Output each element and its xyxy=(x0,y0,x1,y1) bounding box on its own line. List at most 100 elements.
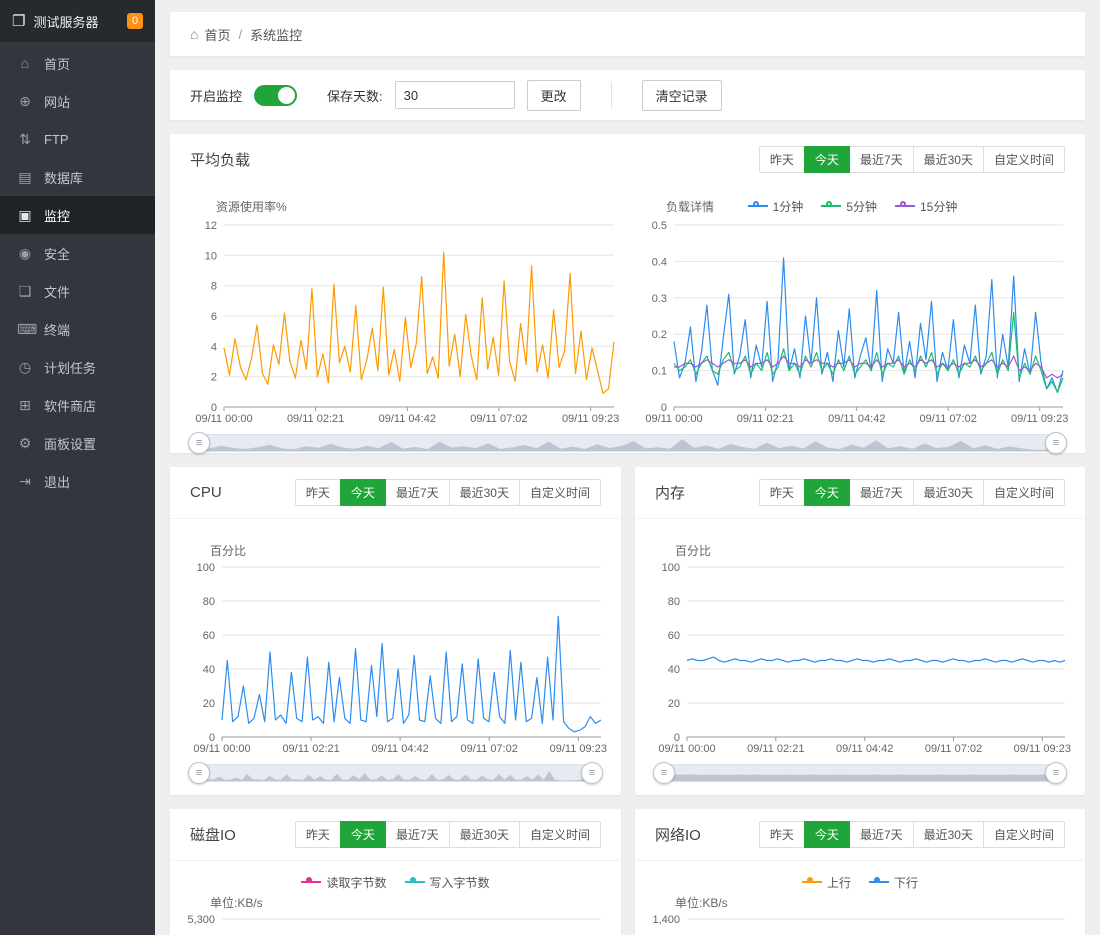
range-custom-button[interactable]: 自定义时间 xyxy=(983,821,1065,848)
range-yesterday-button[interactable]: 昨天 xyxy=(295,479,341,506)
memory-chart-title: 百分比 xyxy=(675,542,711,559)
load-average-panel: 平均负载 昨天 今天 最近7天 最近30天 自定义时间 资源使用率% 02468… xyxy=(170,134,1085,453)
message-count-badge[interactable]: 0 xyxy=(127,13,143,29)
sidebar-item-label: FTP xyxy=(44,132,69,147)
svg-text:09/11 02:21: 09/11 02:21 xyxy=(287,413,344,425)
save-days-input[interactable] xyxy=(395,81,515,109)
range-custom-button[interactable]: 自定义时间 xyxy=(519,821,601,848)
breadcrumb-separator: / xyxy=(238,27,242,42)
sidebar-item-security[interactable]: ◉ 安全 xyxy=(0,234,155,272)
sidebar-item-home[interactable]: ⌂ 首页 xyxy=(0,44,155,82)
range-30days-button[interactable]: 最近30天 xyxy=(449,821,520,848)
range-7days-button[interactable]: 最近7天 xyxy=(849,821,914,848)
range-30days-button[interactable]: 最近30天 xyxy=(913,479,984,506)
brush-handle-right[interactable]: ≡ xyxy=(581,762,603,784)
website-icon: ⊕ xyxy=(17,93,33,110)
range-30days-button[interactable]: 最近30天 xyxy=(913,821,984,848)
monitor-settings-bar: 开启监控 保存天数: 更改 清空记录 xyxy=(170,70,1085,120)
apply-button[interactable]: 更改 xyxy=(527,80,581,111)
svg-text:80: 80 xyxy=(203,596,215,608)
range-custom-button[interactable]: 自定义时间 xyxy=(983,479,1065,506)
sidebar-item-terminal[interactable]: ⌨ 终端 xyxy=(0,310,155,348)
svg-text:0.5: 0.5 xyxy=(652,220,667,232)
svg-text:60: 60 xyxy=(668,630,680,642)
brush-track[interactable] xyxy=(661,764,1059,782)
legend-15min[interactable]: 15分钟 xyxy=(895,198,957,215)
range-30days-button[interactable]: 最近30天 xyxy=(449,479,520,506)
svg-text:09/11 02:21: 09/11 02:21 xyxy=(282,743,339,755)
disk-time-range-group: 昨天 今天 最近7天 最近30天 自定义时间 xyxy=(295,821,601,848)
sidebar-item-appstore[interactable]: ⊞ 软件商店 xyxy=(0,386,155,424)
brush-handle-left[interactable]: ≡ xyxy=(188,432,210,454)
svg-text:09/11 00:00: 09/11 00:00 xyxy=(658,743,715,755)
clear-records-button[interactable]: 清空记录 xyxy=(642,80,722,111)
legend-read-bytes[interactable]: 读取字节数 xyxy=(301,874,386,891)
svg-text:6: 6 xyxy=(211,311,217,323)
sidebar-item-logout[interactable]: ⇥ 退出 xyxy=(0,462,155,500)
ftp-icon: ⇅ xyxy=(17,131,33,148)
range-today-button[interactable]: 今天 xyxy=(804,479,850,506)
svg-text:09/11 09:23: 09/11 09:23 xyxy=(562,413,619,425)
range-7days-button[interactable]: 最近7天 xyxy=(849,146,914,173)
range-today-button[interactable]: 今天 xyxy=(804,146,850,173)
brush-track[interactable] xyxy=(196,764,595,782)
svg-text:60: 60 xyxy=(203,630,215,642)
files-icon: ❏ xyxy=(17,283,33,300)
logo-bar[interactable]: ❐ 测试服务器 0 xyxy=(0,0,155,42)
range-yesterday-button[interactable]: 昨天 xyxy=(295,821,341,848)
sidebar-item-cron[interactable]: ◷ 计划任务 xyxy=(0,348,155,386)
sidebar-item-settings[interactable]: ⚙ 面板设置 xyxy=(0,424,155,462)
load-usage-chart: 02468101209/11 00:0009/11 02:2109/11 04:… xyxy=(178,217,628,425)
range-7days-button[interactable]: 最近7天 xyxy=(385,821,450,848)
brush-track[interactable] xyxy=(196,434,1059,452)
range-yesterday-button[interactable]: 昨天 xyxy=(759,479,805,506)
legend-5min[interactable]: 5分钟 xyxy=(821,198,877,215)
svg-text:40: 40 xyxy=(668,664,680,676)
brush-handle-left[interactable]: ≡ xyxy=(188,762,210,784)
server-title: 测试服务器 xyxy=(33,12,119,31)
sidebar-item-database[interactable]: ▤ 数据库 xyxy=(0,158,155,196)
svg-text:100: 100 xyxy=(197,562,215,574)
legend-upload[interactable]: 上行 xyxy=(802,874,851,891)
cpu-panel: CPU 昨天 今天 最近7天 最近30天 自定义时间 百分比 020406080… xyxy=(170,467,621,795)
breadcrumb-home-link[interactable]: 首页 xyxy=(204,25,230,44)
save-days-label: 保存天数: xyxy=(327,86,383,105)
range-yesterday-button[interactable]: 昨天 xyxy=(759,146,805,173)
panel-title-load: 平均负载 xyxy=(190,149,250,170)
range-yesterday-button[interactable]: 昨天 xyxy=(759,821,805,848)
sidebar-item-monitor[interactable]: ▣ 监控 xyxy=(0,196,155,234)
home-icon: ⌂ xyxy=(17,55,33,71)
cpu-time-range-group: 昨天 今天 最近7天 最近30天 自定义时间 xyxy=(295,479,601,506)
cron-icon: ◷ xyxy=(17,359,33,376)
range-today-button[interactable]: 今天 xyxy=(804,821,850,848)
sidebar-item-ftp[interactable]: ⇅ FTP xyxy=(0,120,155,158)
network-io-panel: 网络IO 昨天 今天 最近7天 最近30天 自定义时间 上行 xyxy=(635,809,1085,935)
svg-text:09/11 09:23: 09/11 09:23 xyxy=(1011,413,1068,425)
panel-title-memory: 内存 xyxy=(655,482,685,503)
legend-write-bytes[interactable]: 写入字节数 xyxy=(405,874,490,891)
monitor-toggle[interactable] xyxy=(254,85,297,106)
range-today-button[interactable]: 今天 xyxy=(340,479,386,506)
legend-1min[interactable]: 1分钟 xyxy=(748,198,804,215)
sidebar-item-label: 计划任务 xyxy=(44,358,96,377)
load-detail-chart-title: 负载详情 xyxy=(666,198,714,215)
range-30days-button[interactable]: 最近30天 xyxy=(913,146,984,173)
range-custom-button[interactable]: 自定义时间 xyxy=(519,479,601,506)
sidebar-item-label: 终端 xyxy=(44,320,70,339)
sidebar-item-label: 退出 xyxy=(44,472,70,491)
sidebar-item-website[interactable]: ⊕ 网站 xyxy=(0,82,155,120)
divider xyxy=(611,82,612,108)
memory-panel: 内存 昨天 今天 最近7天 最近30天 自定义时间 百分比 0204060801… xyxy=(635,467,1085,795)
range-7days-button[interactable]: 最近7天 xyxy=(385,479,450,506)
legend-line-dot-icon xyxy=(802,877,822,887)
brush-handle-left[interactable]: ≡ xyxy=(653,762,675,784)
range-custom-button[interactable]: 自定义时间 xyxy=(983,146,1065,173)
network-io-legend: 上行 下行 xyxy=(641,871,1079,893)
range-7days-button[interactable]: 最近7天 xyxy=(849,479,914,506)
brush-handle-right[interactable]: ≡ xyxy=(1045,762,1067,784)
range-today-button[interactable]: 今天 xyxy=(340,821,386,848)
sidebar-item-files[interactable]: ❏ 文件 xyxy=(0,272,155,310)
legend-download[interactable]: 下行 xyxy=(869,874,918,891)
svg-text:09/11 07:02: 09/11 07:02 xyxy=(470,413,527,425)
brush-handle-right[interactable]: ≡ xyxy=(1045,432,1067,454)
